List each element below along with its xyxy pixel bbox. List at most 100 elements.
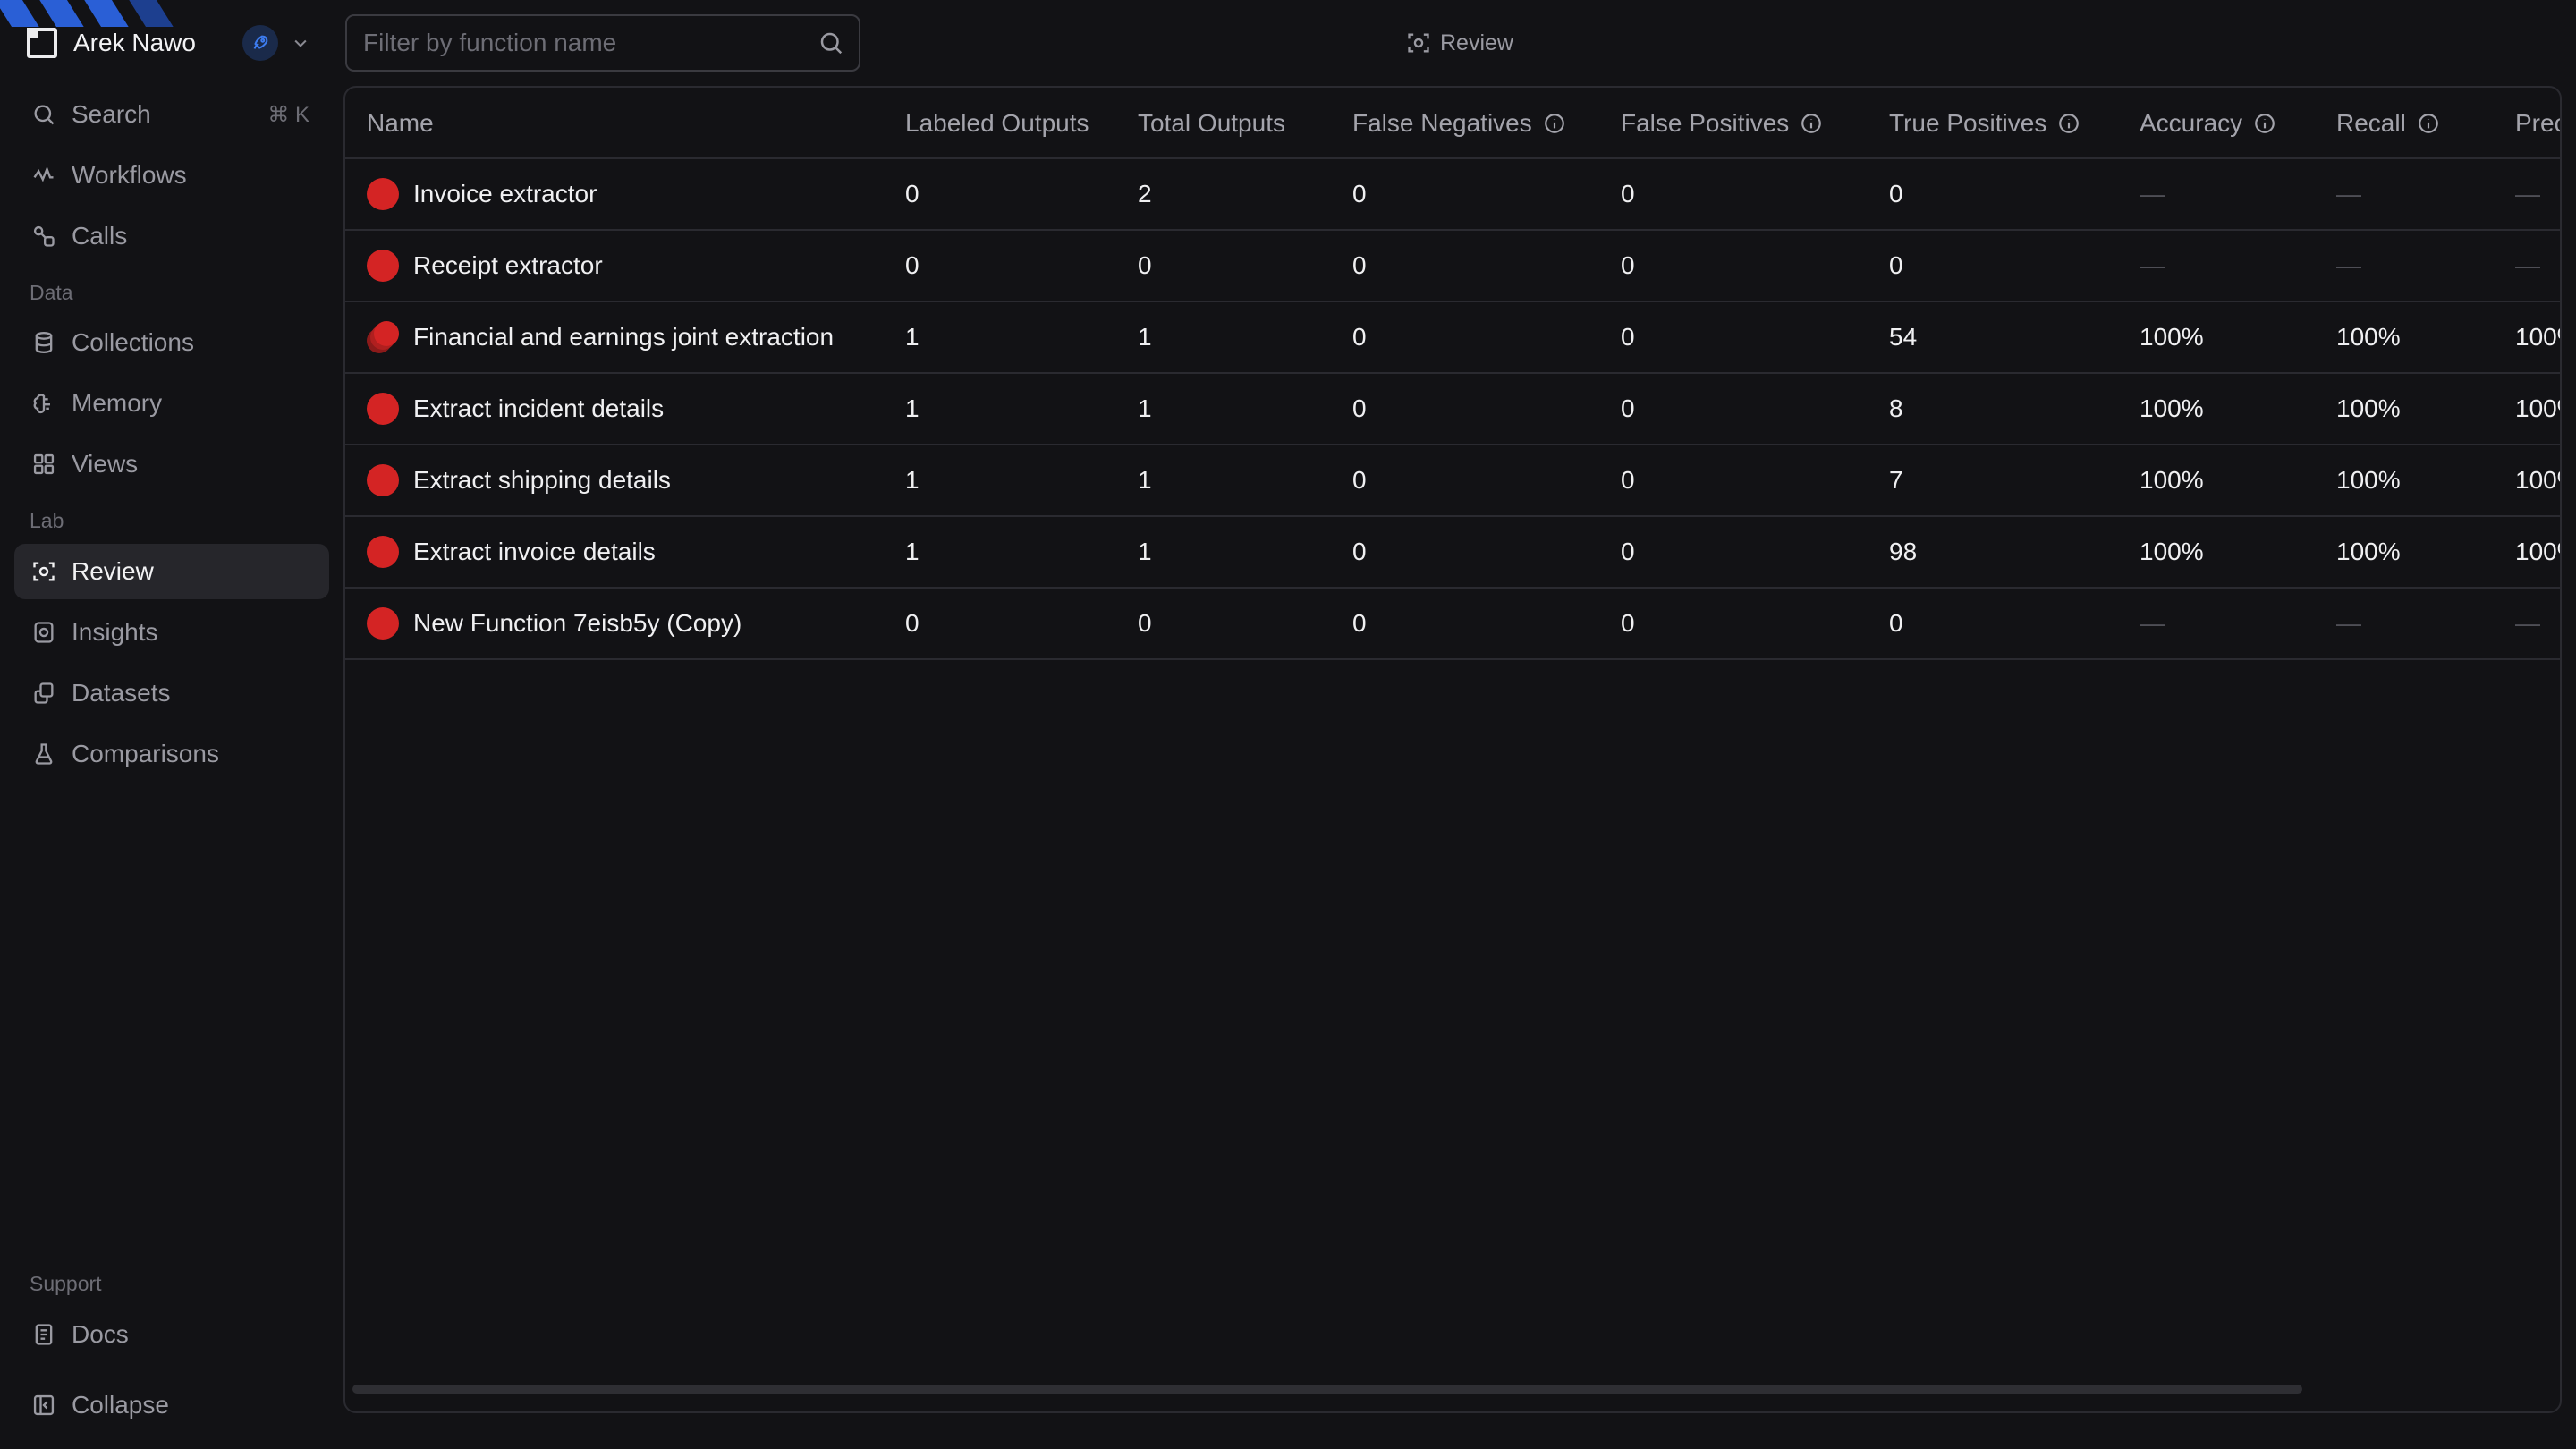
table-row[interactable]: Extract shipping details 1 1 0 0 7 100% … — [345, 445, 2560, 517]
sidebar-item-collections[interactable]: Collections — [14, 315, 329, 370]
precision-cell: — — [2515, 180, 2540, 208]
functions-table: Name Labeled Outputs Total Outputs False… — [343, 86, 2562, 1413]
horizontal-scrollbar[interactable] — [352, 1385, 2302, 1394]
precision-cell: 100% — [2515, 538, 2560, 565]
recall-cell: 100% — [2336, 323, 2401, 351]
filter-search-box[interactable] — [345, 14, 860, 72]
column-header-recall[interactable]: Recall — [2336, 88, 2440, 159]
table-row[interactable]: Financial and earnings joint extraction … — [345, 302, 2560, 374]
function-name-cell[interactable]: Extract incident details — [367, 374, 664, 444]
review-icon — [1406, 30, 1431, 55]
column-header-total-outputs[interactable]: Total Outputs — [1138, 88, 1285, 159]
accuracy-cell: 100% — [2140, 466, 2204, 494]
review-icon — [29, 556, 59, 587]
info-icon[interactable] — [2417, 112, 2440, 135]
false-positives-cell: 0 — [1621, 538, 1635, 565]
precision-cell: 100% — [2515, 323, 2560, 351]
labeled-outputs-cell: 0 — [905, 609, 919, 637]
breadcrumb-label: Review — [1440, 30, 1513, 55]
false-positives-cell: 0 — [1621, 180, 1635, 208]
section-label-data: Data — [30, 281, 73, 304]
info-icon[interactable] — [1543, 112, 1566, 135]
total-outputs-cell: 1 — [1138, 538, 1152, 565]
table-row[interactable]: Receipt extractor 0 0 0 0 0 — — — — [345, 231, 2560, 302]
true-positives-cell: 8 — [1889, 394, 1903, 422]
labeled-outputs-cell: 0 — [905, 251, 919, 279]
column-header-accuracy[interactable]: Accuracy — [2140, 88, 2276, 159]
true-positives-cell: 0 — [1889, 609, 1903, 637]
sidebar-item-label: Insights — [72, 618, 158, 646]
info-icon[interactable] — [1800, 112, 1823, 135]
column-header-name[interactable]: Name — [367, 88, 434, 159]
table-row[interactable]: Extract incident details 1 1 0 0 8 100% … — [345, 374, 2560, 445]
sidebar-item-search[interactable]: Search ⌘ K — [14, 87, 329, 142]
workspace-switcher[interactable]: Arek Nawo — [27, 18, 322, 68]
database-icon — [29, 327, 59, 358]
function-name-cell[interactable]: New Function 7eisb5y (Copy) — [367, 589, 741, 658]
table-row[interactable]: Invoice extractor 0 2 0 0 0 — — — — [345, 159, 2560, 231]
accuracy-cell: — — [2140, 251, 2165, 279]
false-positives-cell: 0 — [1621, 466, 1635, 494]
column-header-false-positives[interactable]: False Positives — [1621, 88, 1823, 159]
info-icon[interactable] — [2057, 112, 2080, 135]
recall-cell: — — [2336, 251, 2361, 279]
table-row[interactable]: Extract invoice details 1 1 0 0 98 100% … — [345, 517, 2560, 589]
sidebar-item-label: Docs — [72, 1320, 129, 1348]
recall-cell: — — [2336, 180, 2361, 208]
false-negatives-cell: 0 — [1352, 394, 1367, 422]
sidebar-item-collapse[interactable]: Collapse — [14, 1377, 329, 1433]
true-positives-cell: 0 — [1889, 251, 1903, 279]
function-name-cell[interactable]: Extract shipping details — [367, 445, 671, 515]
status-dot-icon — [367, 250, 399, 282]
table-row[interactable]: New Function 7eisb5y (Copy) 0 0 0 0 0 — … — [345, 589, 2560, 660]
column-header-labeled-outputs[interactable]: Labeled Outputs — [905, 88, 1089, 159]
status-dot-icon — [367, 393, 399, 425]
false-negatives-cell: 0 — [1352, 251, 1367, 279]
sidebar-item-insights[interactable]: Insights — [14, 605, 329, 660]
sidebar-item-docs[interactable]: Docs — [14, 1307, 329, 1362]
sidebar-item-workflows[interactable]: Workflows — [14, 148, 329, 203]
function-name-cell[interactable]: Receipt extractor — [367, 231, 603, 301]
column-header-precision[interactable]: Prec — [2515, 88, 2560, 159]
workflow-icon — [29, 160, 59, 191]
search-icon[interactable] — [818, 30, 844, 56]
sidebar-item-calls[interactable]: Calls — [14, 208, 329, 264]
function-name-cell[interactable]: Financial and earnings joint extraction — [367, 302, 834, 372]
recall-cell: 100% — [2336, 394, 2401, 422]
grid-icon — [29, 449, 59, 479]
total-outputs-cell: 1 — [1138, 323, 1152, 351]
accuracy-cell: — — [2140, 180, 2165, 208]
chevron-down-icon[interactable] — [287, 30, 314, 56]
total-outputs-cell: 2 — [1138, 180, 1152, 208]
function-name-cell[interactable]: Extract invoice details — [367, 517, 656, 587]
true-positives-cell: 7 — [1889, 466, 1903, 494]
column-header-false-negatives[interactable]: False Negatives — [1352, 88, 1566, 159]
filter-input[interactable] — [361, 28, 818, 58]
precision-cell: — — [2515, 609, 2540, 637]
precision-cell: 100% — [2515, 394, 2560, 422]
sidebar-item-comparisons[interactable]: Comparisons — [14, 726, 329, 782]
rocket-icon[interactable] — [242, 25, 278, 61]
labeled-outputs-cell: 1 — [905, 323, 919, 351]
accuracy-cell: — — [2140, 609, 2165, 637]
workspace-logo-icon — [27, 28, 57, 58]
recall-cell: 100% — [2336, 466, 2401, 494]
true-positives-cell: 0 — [1889, 180, 1903, 208]
false-negatives-cell: 0 — [1352, 466, 1367, 494]
sidebar-item-label: Calls — [72, 222, 128, 250]
column-header-true-positives[interactable]: True Positives — [1889, 88, 2080, 159]
info-icon[interactable] — [2253, 112, 2276, 135]
function-name-cell[interactable]: Invoice extractor — [367, 159, 597, 229]
datasets-icon — [29, 678, 59, 708]
status-dot-icon — [367, 607, 399, 640]
true-positives-cell: 98 — [1889, 538, 1918, 565]
sidebar-item-datasets[interactable]: Datasets — [14, 665, 329, 721]
sidebar-item-review[interactable]: Review — [14, 544, 329, 599]
status-dot-icon — [367, 536, 399, 568]
status-dot-icon — [367, 178, 399, 210]
multi-status-dot-icon — [367, 321, 399, 353]
sidebar-item-label: Review — [72, 557, 154, 585]
sidebar-item-views[interactable]: Views — [14, 436, 329, 492]
total-outputs-cell: 0 — [1138, 609, 1152, 637]
sidebar-item-memory[interactable]: Memory — [14, 376, 329, 431]
